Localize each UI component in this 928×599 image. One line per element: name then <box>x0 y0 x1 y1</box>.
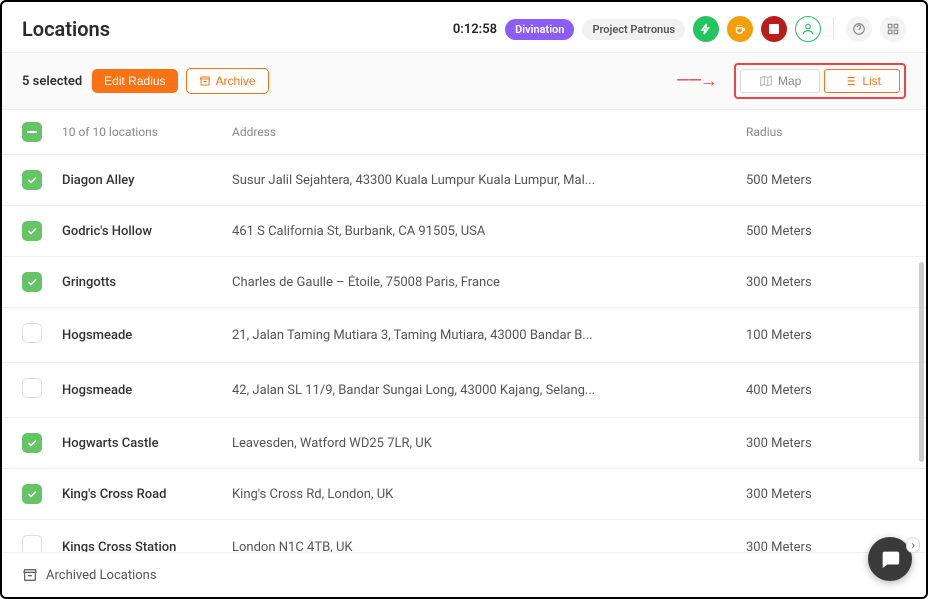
coffee-icon <box>734 23 746 35</box>
tag-project[interactable]: Project Patronus <box>582 19 685 40</box>
row-checkbox[interactable] <box>22 535 42 552</box>
location-radius: 300 Meters <box>746 275 906 290</box>
row-checkbox[interactable] <box>22 484 42 504</box>
location-address: 42, Jalan SL 11/9, Bandar Sungai Long, 4… <box>232 383 746 398</box>
chat-expand-icon[interactable]: › <box>906 537 920 553</box>
check-icon <box>26 174 38 186</box>
user-icon <box>801 22 815 36</box>
check-icon <box>26 437 38 449</box>
row-checkbox[interactable] <box>22 323 42 343</box>
archived-locations-link[interactable]: Archived Locations <box>2 552 926 597</box>
tag-divination[interactable]: Divination <box>505 19 574 40</box>
location-radius: 400 Meters <box>746 383 906 398</box>
location-address: King's Cross Rd, London, UK <box>232 487 746 502</box>
edit-radius-button[interactable]: Edit Radius <box>92 69 177 93</box>
column-address: Address <box>232 125 746 139</box>
column-radius: Radius <box>746 125 906 139</box>
locations-table: 10 of 10 locations Address Radius Diagon… <box>2 110 926 552</box>
location-radius: 500 Meters <box>746 224 906 239</box>
location-radius: 300 Meters <box>746 487 906 502</box>
location-address: 21, Jalan Taming Mutiara 3, Taming Mutia… <box>232 328 746 343</box>
divider <box>833 18 834 40</box>
stop-button[interactable] <box>761 16 787 42</box>
table-row[interactable]: Hogsmeade42, Jalan SL 11/9, Bandar Sunga… <box>2 363 926 418</box>
location-name: Hogwarts Castle <box>62 436 232 451</box>
bolt-icon <box>700 23 712 35</box>
page-title: Locations <box>22 17 110 41</box>
location-name: Hogsmeade <box>62 383 232 398</box>
location-address: Leavesden, Watford WD25 7LR, UK <box>232 436 746 451</box>
grid-icon <box>886 22 900 36</box>
selected-count: 5 selected <box>22 74 82 89</box>
list-view-button[interactable]: List <box>824 69 900 93</box>
location-radius: 100 Meters <box>746 328 906 343</box>
help-icon <box>852 22 866 36</box>
location-address: 461 S California St, Burbank, CA 91505, … <box>232 224 746 239</box>
row-checkbox[interactable] <box>22 221 42 241</box>
list-icon <box>843 74 857 88</box>
table-row[interactable]: Diagon AlleySusur Jalil Sejahtera, 43300… <box>2 155 926 206</box>
annotation-arrow <box>676 71 716 92</box>
timer: 0:12:58 <box>453 22 497 37</box>
help-button[interactable] <box>846 16 872 42</box>
location-name: Godric's Hollow <box>62 224 232 239</box>
location-name: Gringotts <box>62 275 232 290</box>
row-checkbox[interactable] <box>22 433 42 453</box>
indeterminate-icon <box>27 131 37 133</box>
row-checkbox[interactable] <box>22 170 42 190</box>
map-icon <box>759 74 773 88</box>
check-icon <box>26 276 38 288</box>
location-address: Susur Jalil Sejahtera, 43300 Kuala Lumpu… <box>232 173 746 188</box>
table-row[interactable]: Hogsmeade21, Jalan Taming Mutiara 3, Tam… <box>2 308 926 363</box>
row-checkbox[interactable] <box>22 272 42 292</box>
status-orange-button[interactable] <box>727 16 753 42</box>
check-icon <box>26 225 38 237</box>
table-row[interactable]: GringottsCharles de Gaulle – Étoile, 750… <box>2 257 926 308</box>
status-green-button[interactable] <box>693 16 719 42</box>
map-view-button[interactable]: Map <box>740 69 820 93</box>
settings-button[interactable] <box>880 16 906 42</box>
table-row[interactable]: King's Cross RoadKing's Cross Rd, London… <box>2 469 926 520</box>
location-address: Charles de Gaulle – Étoile, 75008 Paris,… <box>232 275 746 290</box>
scrollbar[interactable] <box>919 262 924 462</box>
table-row[interactable]: Hogwarts CastleLeavesden, Watford WD25 7… <box>2 418 926 469</box>
row-checkbox[interactable] <box>22 378 42 398</box>
archive-icon <box>199 75 211 87</box>
header: Locations 0:12:58 Divination Project Pat… <box>2 2 926 52</box>
location-radius: 300 Meters <box>746 436 906 451</box>
select-all-checkbox[interactable] <box>22 122 42 142</box>
location-name: King's Cross Road <box>62 487 232 502</box>
toolbar: 5 selected Edit Radius Archive Map List <box>2 52 926 110</box>
user-button[interactable] <box>795 16 821 42</box>
chat-icon <box>879 548 901 570</box>
location-name: Hogsmeade <box>62 328 232 343</box>
column-count: 10 of 10 locations <box>62 125 232 139</box>
chat-widget[interactable] <box>868 537 912 581</box>
view-toggle: Map List <box>734 63 906 99</box>
table-row[interactable]: Kings Cross StationLondon N1C 4TB, UK300… <box>2 520 926 552</box>
stop-icon <box>769 24 779 34</box>
location-name: Diagon Alley <box>62 173 232 188</box>
location-radius: 500 Meters <box>746 173 906 188</box>
check-icon <box>26 488 38 500</box>
archive-box-icon <box>22 567 38 583</box>
table-row[interactable]: Godric's Hollow461 S California St, Burb… <box>2 206 926 257</box>
location-name: Kings Cross Station <box>62 540 232 553</box>
table-header: 10 of 10 locations Address Radius <box>2 110 926 155</box>
archive-button[interactable]: Archive <box>186 68 269 94</box>
location-address: London N1C 4TB, UK <box>232 540 746 553</box>
